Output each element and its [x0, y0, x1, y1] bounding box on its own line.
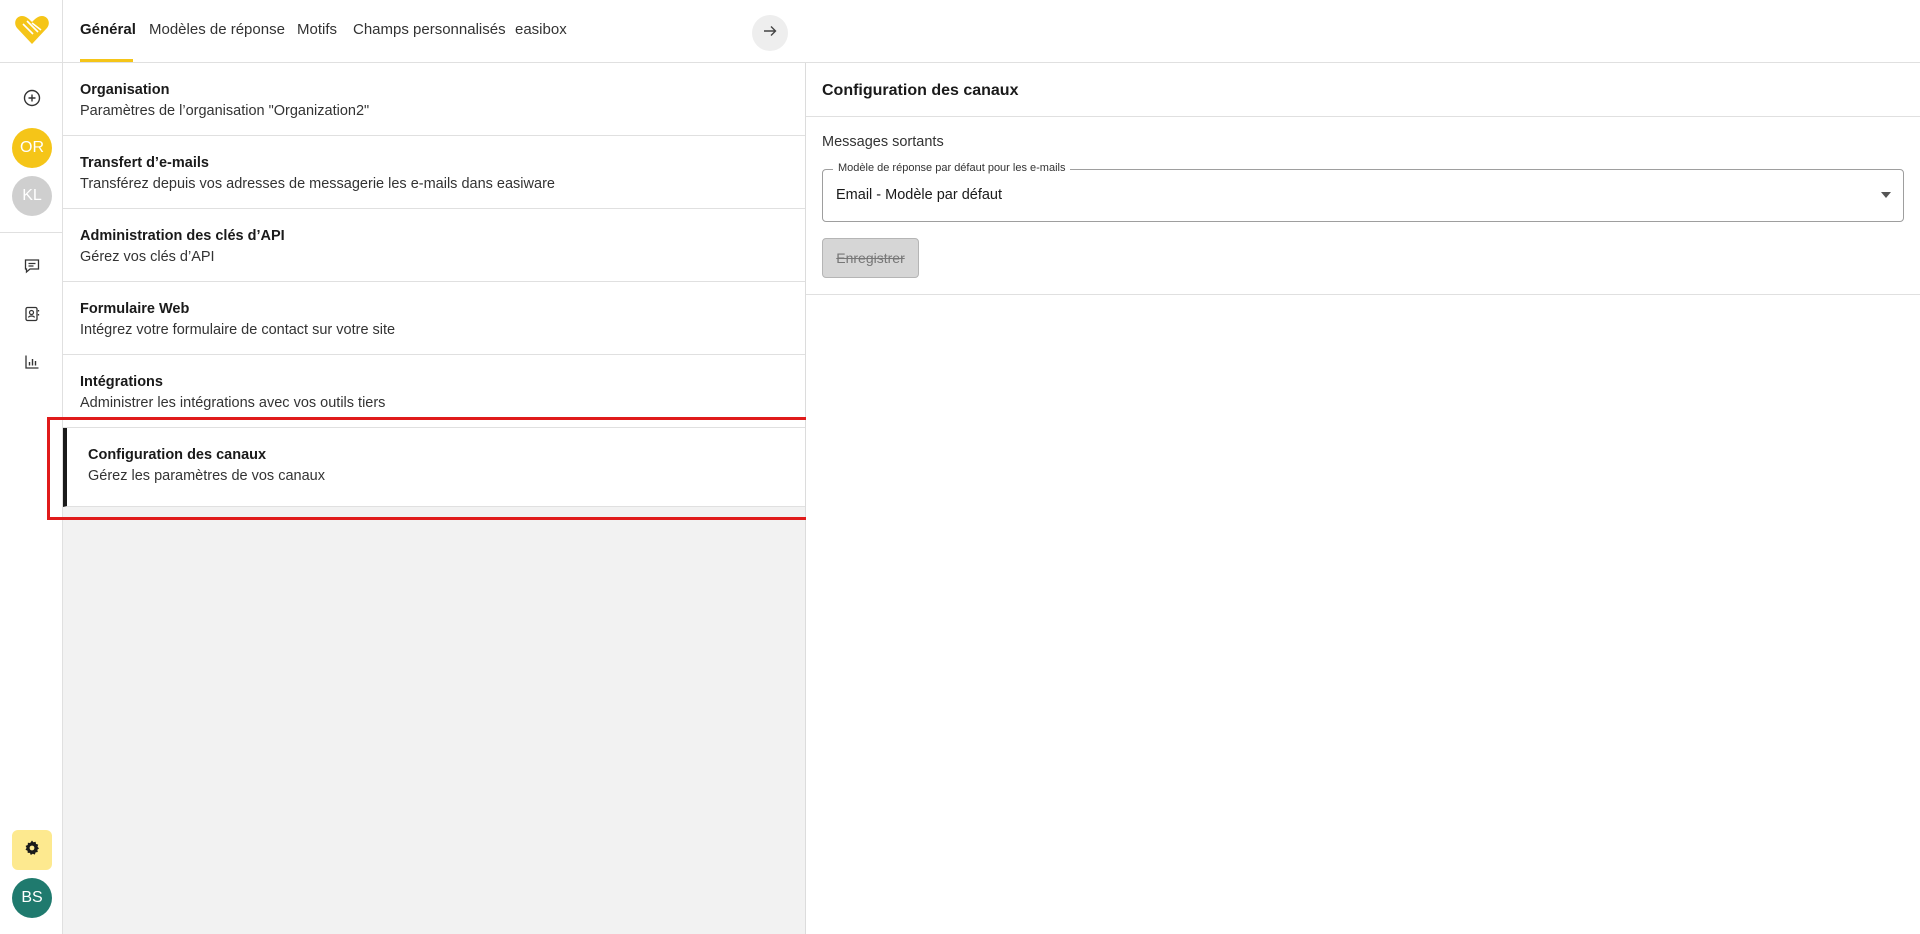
tab-response-templates[interactable]: Modèles de réponse: [149, 21, 285, 38]
avatar-or[interactable]: OR: [12, 128, 52, 168]
settings-item-title: Transfert d’e-mails: [80, 155, 209, 171]
tab-general[interactable]: Général: [80, 21, 136, 38]
divider: [806, 294, 1920, 295]
avatar-kl[interactable]: KL: [12, 176, 52, 216]
left-rail: OR KL BS: [0, 0, 63, 934]
chat-icon: [23, 257, 41, 280]
avatar-initials: BS: [21, 889, 43, 906]
settings-item-api-keys[interactable]: Administration des clés d’API Gérez vos …: [63, 209, 805, 282]
settings-item-description: Transférez depuis vos adresses de messag…: [80, 176, 555, 192]
select-label: Modèle de réponse par défaut pour les e-…: [833, 162, 1071, 174]
divider: [806, 116, 1920, 117]
settings-item-description: Intégrez votre formulaire de contact sur…: [80, 322, 396, 338]
settings-item-description: Administrer les intégrations avec vos ou…: [80, 395, 386, 411]
settings-item-channel-configuration[interactable]: Configuration des canaux Gérez les param…: [63, 428, 805, 507]
tab-custom-fields[interactable]: Champs personnalisés: [353, 21, 506, 38]
user-avatar[interactable]: BS: [12, 878, 52, 918]
caret-down-icon: [1881, 192, 1891, 198]
settings-item-description: Gérez vos clés d’API: [80, 249, 215, 265]
settings-item-title: Administration des clés d’API: [80, 228, 285, 244]
contacts-button[interactable]: [12, 296, 52, 336]
settings-item-title: Formulaire Web: [80, 301, 190, 317]
page-title: Configuration des canaux: [822, 82, 1019, 99]
arrow-right-icon: [762, 23, 778, 44]
contacts-icon: [23, 305, 41, 328]
settings-tabs: Général Modèles de réponse Motifs Champs…: [63, 0, 806, 63]
analytics-button[interactable]: [12, 344, 52, 384]
detail-panel: Configuration des canaux Messages sortan…: [806, 0, 1920, 934]
settings-item-integrations[interactable]: Intégrations Administrer les intégration…: [63, 355, 805, 428]
settings-list-panel: Général Modèles de réponse Motifs Champs…: [63, 0, 806, 934]
gear-icon: [23, 839, 41, 862]
active-tab-indicator: [80, 59, 133, 62]
settings-button[interactable]: [12, 830, 52, 870]
new-conversation-button[interactable]: [12, 80, 52, 120]
settings-item-title: Configuration des canaux: [88, 447, 267, 463]
collapse-panel-button[interactable]: [752, 15, 788, 51]
default-email-template-select[interactable]: Modèle de réponse par défaut pour les e-…: [822, 162, 1904, 222]
tab-easibox[interactable]: easibox: [515, 21, 567, 38]
avatar-initials: KL: [22, 187, 42, 204]
tab-motifs[interactable]: Motifs: [297, 21, 337, 38]
settings-item-title: Intégrations: [80, 374, 163, 390]
settings-item-web-form[interactable]: Formulaire Web Intégrez votre formulaire…: [63, 282, 805, 355]
plus-circle-icon: [23, 89, 41, 112]
select-value: Email - Modèle par défaut: [836, 187, 1003, 203]
settings-item-email-forwarding[interactable]: Transfert d’e-mails Transférez depuis vo…: [63, 136, 805, 209]
save-button[interactable]: Enregistrer: [822, 238, 919, 278]
analytics-icon: [23, 353, 41, 376]
settings-item-description: Gérez les paramètres de vos canaux: [88, 468, 325, 484]
rail-divider: [0, 232, 63, 233]
conversations-button[interactable]: [12, 248, 52, 288]
section-heading: Messages sortants: [822, 134, 944, 150]
rail-divider: [0, 62, 63, 63]
settings-item-title: Organisation: [80, 82, 170, 98]
settings-item-organisation[interactable]: Organisation Paramètres de l’organisatio…: [63, 63, 805, 136]
avatar-initials: OR: [20, 139, 44, 156]
detail-header: [806, 0, 1920, 63]
settings-item-description: Paramètres de l’organisation "Organizati…: [80, 103, 370, 119]
settings-list: Organisation Paramètres de l’organisatio…: [63, 63, 805, 507]
heart-logo-icon[interactable]: [14, 14, 50, 46]
